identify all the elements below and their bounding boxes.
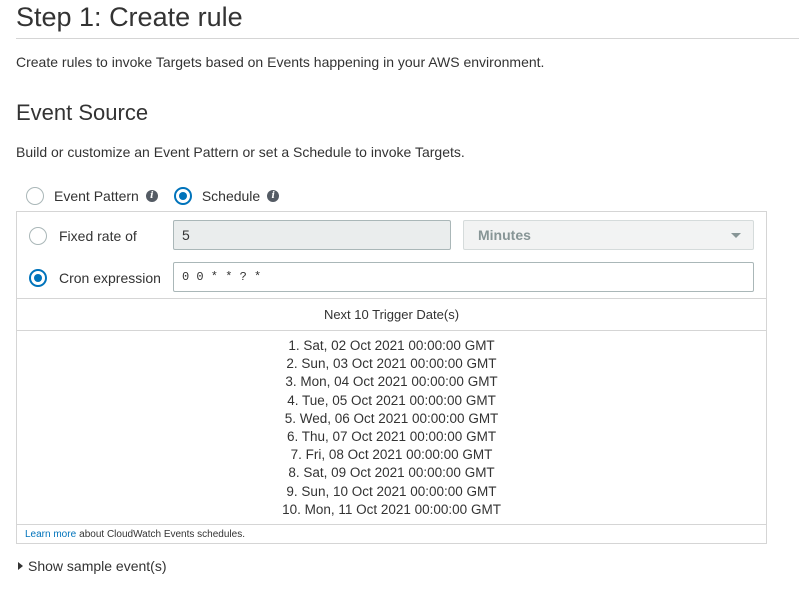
info-icon[interactable]: i xyxy=(267,190,280,202)
trigger-date: 6. Thu, 07 Oct 2021 00:00:00 GMT xyxy=(286,429,497,445)
schedule-radio[interactable] xyxy=(173,187,192,205)
trigger-date: 5. Wed, 06 Oct 2021 00:00:00 GMT xyxy=(284,410,499,426)
schedules-help-footer: Learn more about CloudWatch Events sched… xyxy=(17,524,766,544)
schedule-option[interactable]: Schedule i xyxy=(173,187,280,205)
cron-label[interactable]: Cron expression xyxy=(59,270,161,286)
trigger-date: 7. Fri, 08 Oct 2021 00:00:00 GMT xyxy=(290,447,493,463)
event-pattern-label[interactable]: Event Pattern xyxy=(54,188,139,204)
page-intro: Create rules to invoke Targets based on … xyxy=(16,54,545,70)
fixed-rate-radio[interactable] xyxy=(29,227,47,245)
cron-radio[interactable] xyxy=(29,269,47,287)
trigger-date: 1. Sat, 02 Oct 2021 00:00:00 GMT xyxy=(288,338,495,353)
trigger-date: 10. Mon, 11 Oct 2021 00:00:00 GMT xyxy=(282,501,501,517)
trigger-date: 9. Sun, 10 Oct 2021 00:00:00 GMT xyxy=(286,483,497,499)
trigger-date: 2. Sun, 03 Oct 2021 00:00:00 GMT xyxy=(286,356,497,372)
triangle-right-icon xyxy=(18,562,23,570)
page-title: Step 1: Create rule xyxy=(16,2,243,32)
fixed-rate-input[interactable]: 5 xyxy=(173,220,451,250)
cron-option[interactable]: Cron expression xyxy=(29,268,161,288)
show-sample-events-label[interactable]: Show sample event(s) xyxy=(28,558,167,574)
show-sample-events-toggle[interactable]: Show sample event(s) xyxy=(18,558,167,574)
create-rule-page: Step 1: Create rule Create rules to invo… xyxy=(0,0,799,590)
title-divider xyxy=(16,38,799,39)
caret-down-icon xyxy=(731,233,741,238)
trigger-dates-header: Next 10 Trigger Date(s) xyxy=(17,298,766,331)
rate-unit-value: Minutes xyxy=(478,227,531,243)
event-source-options: Event Pattern i Schedule i xyxy=(26,186,280,206)
event-source-title: Event Source xyxy=(16,100,149,125)
fixed-rate-option[interactable]: Fixed rate of xyxy=(29,226,137,246)
event-pattern-radio[interactable] xyxy=(26,187,44,205)
info-icon[interactable]: i xyxy=(145,190,158,202)
schedule-label[interactable]: Schedule xyxy=(202,188,260,204)
cron-expression-input[interactable]: 0 0 * * ? * xyxy=(173,262,754,292)
event-pattern-option[interactable]: Event Pattern i xyxy=(26,187,158,205)
schedule-panel: Fixed rate of 5 Minutes Cron expression … xyxy=(16,211,767,544)
event-source-description: Build or customize an Event Pattern or s… xyxy=(16,144,465,160)
fixed-rate-label[interactable]: Fixed rate of xyxy=(59,228,137,244)
trigger-date: 8. Sat, 09 Oct 2021 00:00:00 GMT xyxy=(288,465,495,481)
trigger-date: 3. Mon, 04 Oct 2021 00:00:00 GMT xyxy=(285,374,498,390)
learn-more-link[interactable]: Learn more xyxy=(25,529,76,540)
learn-more-text: about CloudWatch Events schedules. xyxy=(79,529,245,540)
rate-unit-select[interactable]: Minutes xyxy=(463,220,754,250)
trigger-date: 4. Tue, 05 Oct 2021 00:00:00 GMT xyxy=(287,392,496,408)
trigger-dates-list: 1. Sat, 02 Oct 2021 00:00:00 GMT 2. Sun,… xyxy=(17,337,766,519)
